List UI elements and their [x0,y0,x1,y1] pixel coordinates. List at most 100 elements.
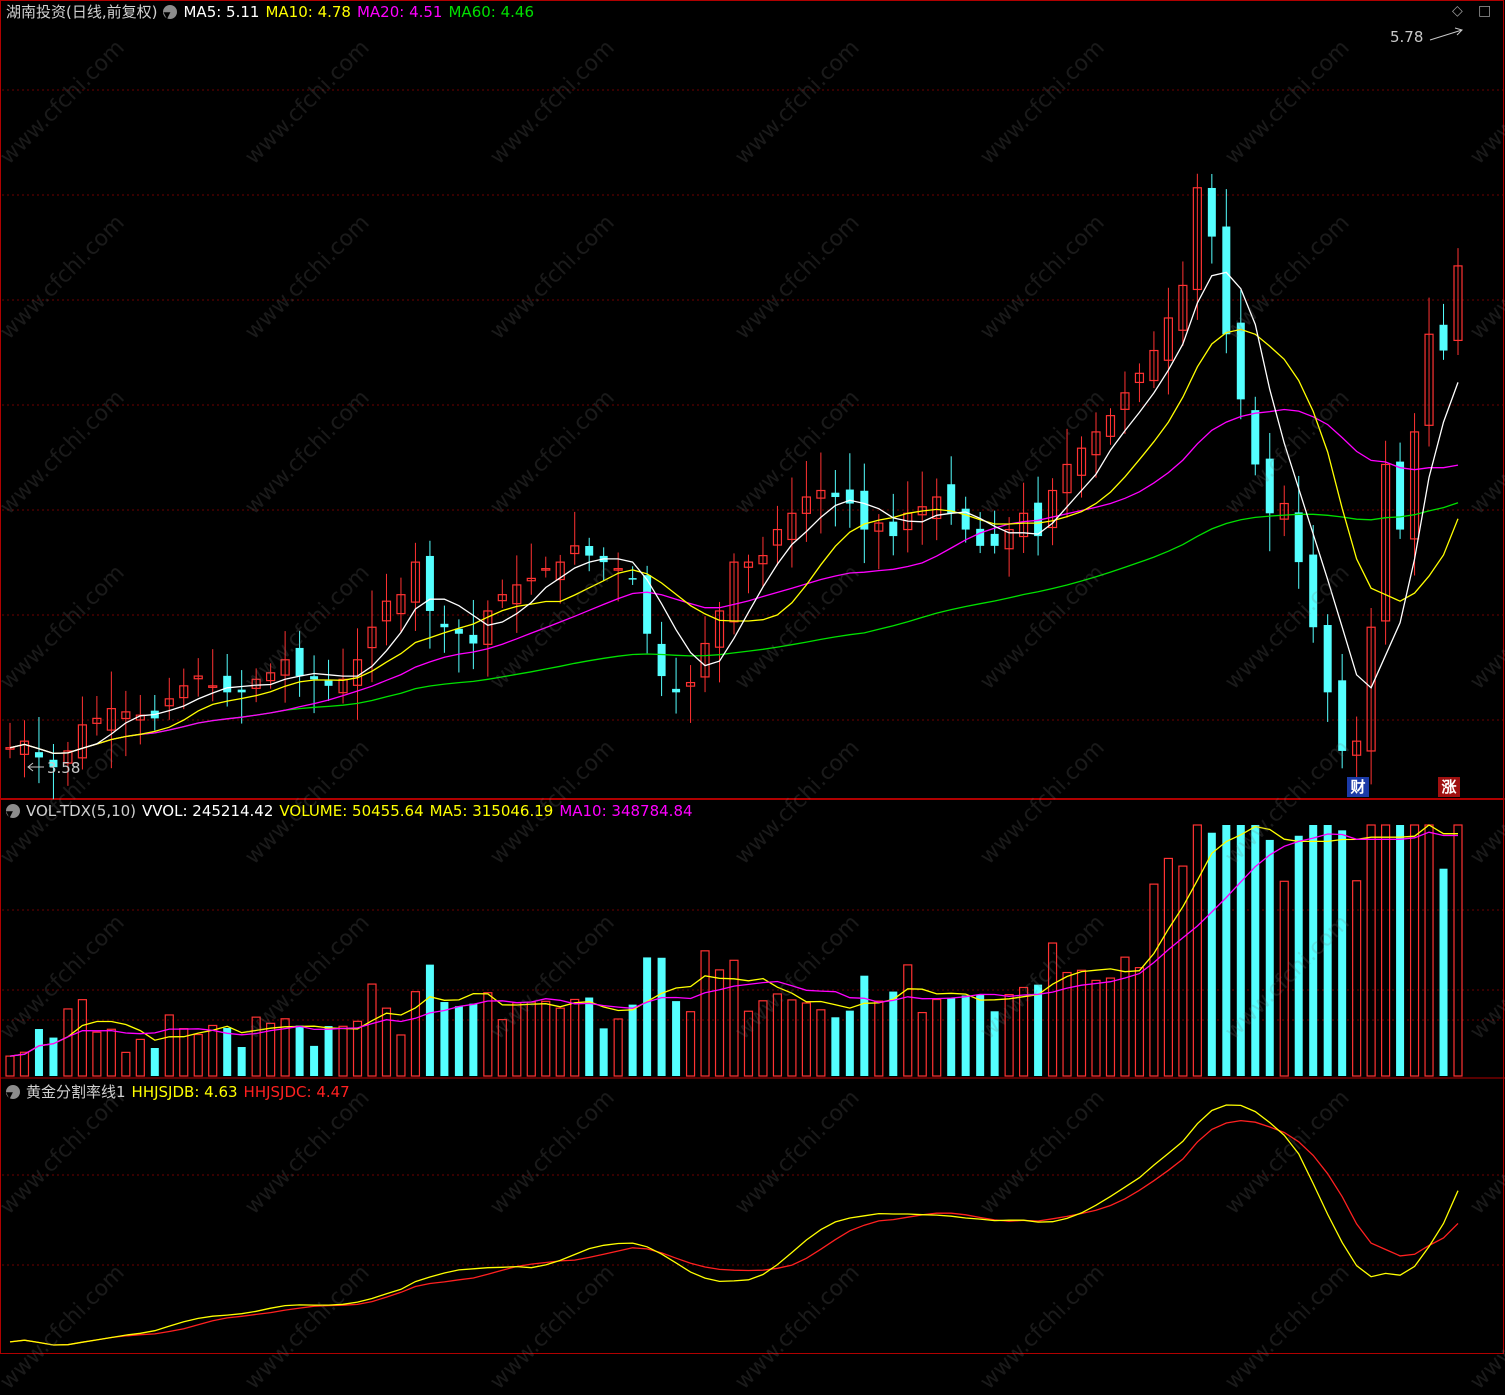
candle [92,696,102,736]
volume-bar [237,1047,246,1076]
price-panel-header: 湖南投资(日线,前复权) ▼ MA5: 5.11 MA10: 4.78 MA20… [6,1,534,23]
volume-bar [469,1003,478,1076]
volume-indicator-name[interactable]: VOL-TDX(5,10) [26,800,136,822]
candle [1396,442,1405,539]
candle-body [237,689,246,693]
candle [396,577,406,632]
vol-ma10-value: MA10: 348784.84 [559,802,693,820]
volume-bar [801,1002,812,1077]
candle-body [425,555,434,611]
volume-bar [324,1026,333,1076]
candle-body [1396,461,1405,530]
volume-bar [643,957,652,1076]
candle [700,616,710,693]
candle [1207,173,1216,264]
volume-bar [497,1019,507,1077]
candle [1366,608,1376,785]
volume-bar [831,1017,840,1076]
candle-body [440,623,449,628]
candle-body [324,680,333,686]
volume-bar [135,1038,145,1077]
hhjsjdb-line [9,1104,1459,1346]
candle-body [1439,324,1448,351]
volume-bar [990,1011,999,1076]
volume-bar [1004,993,1014,1077]
volume-bar [1265,839,1274,1076]
volume-bar [34,1029,43,1076]
candle [729,553,739,635]
volume-bar [787,999,797,1077]
diamond-icon[interactable]: ◇ [1452,3,1463,19]
candle [657,621,666,697]
collapse-icon[interactable]: ▼ [6,1085,20,1101]
volume-bar [381,1007,392,1077]
candle [1222,189,1231,354]
high-price-marker: 5.78 [1390,28,1424,46]
candle [541,556,551,578]
candle [1004,517,1014,577]
candle [831,469,840,527]
candle [585,537,594,572]
candle [179,668,189,710]
candle [1265,432,1274,552]
volume-bar [845,1010,854,1076]
candle [1018,482,1029,553]
ma10-value: MA10: 4.78 [265,3,351,21]
ma20-value: MA20: 4.51 [356,3,443,21]
indicator-panel-header: ▼ 黄金分割率线1 HHJSJDB: 4.63 HHJSJDC: 4.47 [6,1081,350,1103]
volume-bar [1163,857,1174,1077]
volume-bar [396,1034,406,1077]
volume-bar [700,950,710,1077]
candle-body [1222,226,1231,335]
volume-bar [5,1055,15,1077]
candle [223,653,232,707]
collapse-icon[interactable]: ▼ [163,5,178,21]
volume-bar [208,1024,218,1077]
candle [990,510,999,554]
ma60-value: MA60: 4.46 [448,3,534,21]
indicator-name[interactable]: 黄金分割率线1 [26,1081,126,1103]
stock-chart-canvas[interactable] [0,0,1505,1355]
window-toggle-icon[interactable]: □ [1478,3,1491,19]
volume-bar [585,997,594,1076]
candle [1323,614,1332,722]
volume-bar [440,1002,449,1076]
candle [874,514,884,570]
badge-cai[interactable]: 财 [1347,777,1369,797]
vvol-value: VVOL: 245214.42 [142,802,274,820]
vol-ma5-value: MA5: 315046.19 [429,802,554,820]
candle [237,670,246,724]
candle [512,555,522,633]
candle [672,657,681,714]
volume-value: VOLUME: 50455.64 [279,802,424,820]
candle-body [1323,625,1332,693]
candle-body [1265,458,1274,514]
candle [1380,440,1391,645]
collapse-icon[interactable]: ▼ [6,804,20,820]
volume-bar [1207,832,1216,1076]
candle-body [947,484,956,514]
candle-body [831,492,840,498]
candle [1047,478,1058,546]
candle-body [628,578,637,580]
candle-body [1338,680,1347,751]
volume-bar [570,998,580,1077]
volume-bar [1294,835,1303,1076]
candle [685,665,696,723]
candle [469,599,478,670]
candle [743,554,754,594]
candle [1178,261,1188,346]
volume-bar [1380,824,1391,1077]
candle-body [469,634,478,644]
volume-bar [1018,986,1029,1077]
volume-bar [1439,868,1448,1076]
volume-bar [672,1001,681,1076]
candle [19,720,30,778]
candle [628,566,637,585]
stock-title[interactable]: 湖南投资(日线,前复权) [6,1,157,23]
candle [410,542,421,631]
badge-zhang[interactable]: 涨 [1438,777,1460,797]
hhjsjdc-value: HHJSJDC: 4.47 [243,1083,350,1101]
candle [440,605,449,653]
candle [295,630,304,697]
